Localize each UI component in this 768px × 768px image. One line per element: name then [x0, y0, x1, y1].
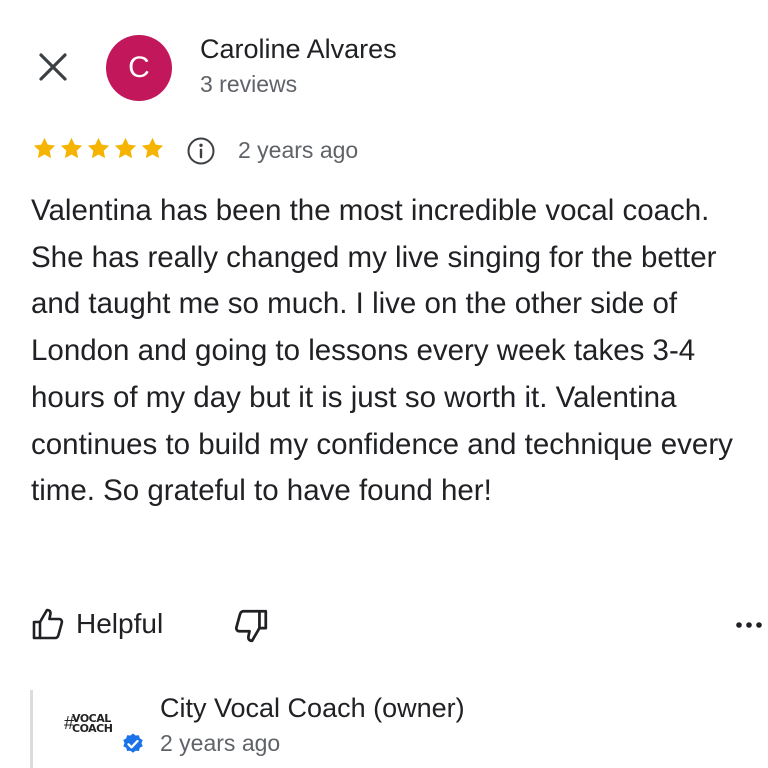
- owner-reply-time: 2 years ago: [160, 730, 281, 756]
- review-count: 3 reviews: [200, 71, 298, 97]
- thumbs-up-icon: [32, 608, 64, 640]
- verified-check-icon: [123, 733, 143, 753]
- avatar-initial: C: [128, 51, 150, 84]
- star-icon: [33, 137, 56, 159]
- logo-text: VOCAL COACH: [72, 713, 113, 735]
- helpful-label: Helpful: [76, 608, 164, 639]
- review-text: Valentina has been the most incredible v…: [31, 194, 733, 508]
- info-button[interactable]: [186, 136, 216, 166]
- owner-name[interactable]: City Vocal Coach (owner): [160, 693, 465, 724]
- close-button[interactable]: [36, 50, 70, 84]
- logo-text-line2: COACH: [72, 722, 113, 735]
- helpful-button[interactable]: Helpful: [30, 604, 163, 644]
- more-options-button[interactable]: [733, 610, 765, 640]
- reply-divider: [30, 690, 33, 768]
- star-icon: [60, 137, 83, 159]
- close-icon: [39, 53, 67, 81]
- star-icon: [114, 137, 137, 159]
- info-icon: [187, 137, 215, 165]
- star-rating: [32, 136, 165, 161]
- avatar[interactable]: C: [106, 35, 172, 101]
- review-time: 2 years ago: [238, 137, 359, 163]
- reviewer-name[interactable]: Caroline Alvares: [200, 34, 397, 65]
- more-horizontal-icon: [736, 622, 762, 628]
- thumbs-down-icon: [234, 609, 268, 643]
- not-helpful-button[interactable]: [232, 607, 270, 645]
- star-icon: [87, 137, 110, 159]
- star-icon: [141, 137, 164, 159]
